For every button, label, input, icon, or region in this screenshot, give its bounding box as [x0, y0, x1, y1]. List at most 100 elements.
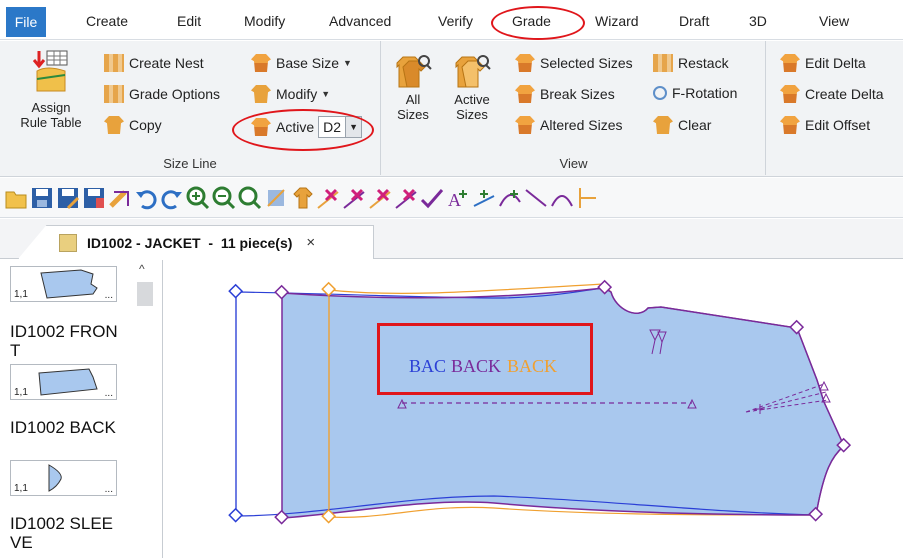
- modify-button[interactable]: Modify ▼: [251, 85, 330, 103]
- piece-more[interactable]: ...: [105, 290, 113, 301]
- active-size-icon: [251, 118, 271, 136]
- f-rotation-button[interactable]: F-Rotation: [653, 85, 737, 101]
- zoom-out-icon[interactable]: [212, 186, 236, 210]
- split-icon[interactable]: [576, 186, 600, 210]
- add-point-icon[interactable]: [472, 186, 496, 210]
- scrollbar-thumb[interactable]: [137, 282, 153, 306]
- curve-icon[interactable]: [550, 186, 574, 210]
- all-sizes-button[interactable]: All Sizes: [390, 53, 436, 122]
- piece-list-scrollbar[interactable]: ^: [135, 260, 155, 558]
- clear-button[interactable]: Clear: [653, 116, 711, 134]
- break-sizes-icon: [515, 85, 535, 103]
- menu-modify[interactable]: Modify: [244, 13, 285, 29]
- chevron-down-icon: ▼: [345, 117, 362, 137]
- model-icon: [59, 233, 77, 252]
- piece-name[interactable]: ID1002 SLEEVE: [10, 514, 120, 552]
- piece-list-panel: 1,1 ... ID1002 FRONT 1,1 ... ID1002 BACK…: [0, 260, 163, 558]
- restack-label: Restack: [678, 55, 729, 71]
- close-icon[interactable]: ×: [306, 234, 315, 251]
- copy-label: Copy: [129, 117, 162, 133]
- delete-line-icon[interactable]: [342, 186, 366, 210]
- delete-point-icon[interactable]: [316, 186, 340, 210]
- app-window: File Create Edit Modify Advanced Verify …: [0, 0, 903, 558]
- selected-sizes-label: Selected Sizes: [540, 55, 633, 71]
- file-menu[interactable]: File: [6, 7, 46, 37]
- restack-icon: [653, 54, 673, 72]
- cut-icon[interactable]: [368, 186, 392, 210]
- altered-sizes-button[interactable]: Altered Sizes: [515, 116, 622, 134]
- piece-thumbnail[interactable]: 1,1 ...: [10, 364, 117, 400]
- chevron-down-icon: ▼: [343, 58, 352, 68]
- menu-create[interactable]: Create: [86, 13, 128, 29]
- menu-verify[interactable]: Verify: [438, 13, 473, 29]
- modify-label: Modify: [276, 86, 318, 102]
- create-nest-button[interactable]: Create Nest: [104, 54, 204, 72]
- check-icon[interactable]: [420, 186, 444, 210]
- undo-icon[interactable]: [134, 186, 158, 210]
- menu-draft[interactable]: Draft: [679, 13, 709, 29]
- open-icon[interactable]: [4, 186, 28, 210]
- edit-delta-button[interactable]: Edit Delta: [780, 54, 866, 72]
- save-all-icon[interactable]: [82, 186, 106, 210]
- piece-thumbnail[interactable]: 1,1 ...: [10, 460, 117, 496]
- base-size-icon: [251, 54, 271, 72]
- save-as-icon[interactable]: [56, 186, 80, 210]
- document-tab[interactable]: ID1002 - JACKET - 11 piece(s) ×: [18, 225, 374, 259]
- save-icon[interactable]: [30, 186, 54, 210]
- piece-label-orange: BACK: [507, 356, 557, 376]
- create-nest-label: Create Nest: [129, 55, 204, 71]
- all-sizes-label: All Sizes: [397, 92, 429, 122]
- edit-offset-button[interactable]: Edit Offset: [780, 116, 870, 134]
- menu-wizard[interactable]: Wizard: [595, 13, 639, 29]
- size-icon[interactable]: [290, 186, 314, 210]
- clear-label: Clear: [678, 117, 712, 133]
- piece-more[interactable]: ...: [105, 484, 113, 495]
- altered-sizes-icon: [515, 116, 535, 134]
- create-delta-button[interactable]: Create Delta: [780, 85, 884, 103]
- menu-3d[interactable]: 3D: [749, 13, 767, 29]
- base-size-button[interactable]: Base Size ▼: [251, 54, 352, 72]
- selected-sizes-button[interactable]: Selected Sizes: [515, 54, 633, 72]
- break-sizes-button[interactable]: Break Sizes: [515, 85, 615, 103]
- piece-name[interactable]: ID1002 FRONT: [10, 322, 120, 360]
- altered-sizes-label: Altered Sizes: [540, 117, 623, 133]
- redo-icon[interactable]: [160, 186, 184, 210]
- zoom-in-icon[interactable]: [186, 186, 210, 210]
- f-rotation-label: F-Rotation: [672, 85, 738, 101]
- piece-more[interactable]: ...: [105, 388, 113, 399]
- all-sizes-icon: [396, 55, 432, 88]
- menu-edit[interactable]: Edit: [177, 13, 201, 29]
- create-delta-icon: [780, 85, 800, 103]
- grade-icon[interactable]: [264, 186, 288, 210]
- edit-delta-icon: [780, 54, 800, 72]
- chevron-down-icon: ▼: [321, 89, 331, 99]
- zoom-fit-icon[interactable]: [238, 186, 262, 210]
- size-line-group-label: Size Line: [163, 156, 217, 171]
- add-text-icon[interactable]: A: [446, 186, 470, 210]
- cut-line-icon[interactable]: [394, 186, 418, 210]
- document-tab-title: ID1002 - JACKET - 11 piece(s): [87, 234, 293, 251]
- menu-advanced[interactable]: Advanced: [329, 13, 391, 29]
- pattern-canvas[interactable]: BAC BACK BACK: [164, 260, 903, 558]
- piece-thumbnail[interactable]: 1,1 ...: [10, 266, 117, 302]
- document-tab-bar: ID1002 - JACKET - 11 piece(s) ×: [0, 219, 903, 259]
- view-group: All Sizes Active Sizes Selected Sizes Br…: [382, 41, 766, 175]
- export-icon[interactable]: [108, 186, 132, 210]
- piece-name[interactable]: ID1002 BACK: [10, 418, 120, 437]
- view-group-label: View: [559, 156, 588, 171]
- menu-view[interactable]: View: [819, 13, 849, 29]
- line-icon[interactable]: [524, 186, 548, 210]
- assign-rule-table-button[interactable]: Assign Rule Table: [8, 49, 94, 130]
- pattern-drawing: BAC BACK BACK: [228, 279, 852, 525]
- grade-options-button[interactable]: Grade Options: [104, 85, 220, 103]
- delta-group: Edit Delta Create Delta Edit Offset: [767, 41, 903, 175]
- restack-button[interactable]: Restack: [653, 54, 729, 72]
- copy-button[interactable]: Copy: [104, 116, 162, 134]
- active-sizes-button[interactable]: Active Sizes: [446, 53, 498, 122]
- active-size-select[interactable]: D2 ▼: [318, 116, 363, 138]
- piece-label-purple: BACK: [451, 356, 501, 376]
- add-curve-icon[interactable]: [498, 186, 522, 210]
- scroll-up-icon[interactable]: ^: [139, 262, 145, 276]
- grade-options-icon: [104, 85, 124, 103]
- menu-grade[interactable]: Grade: [512, 13, 551, 29]
